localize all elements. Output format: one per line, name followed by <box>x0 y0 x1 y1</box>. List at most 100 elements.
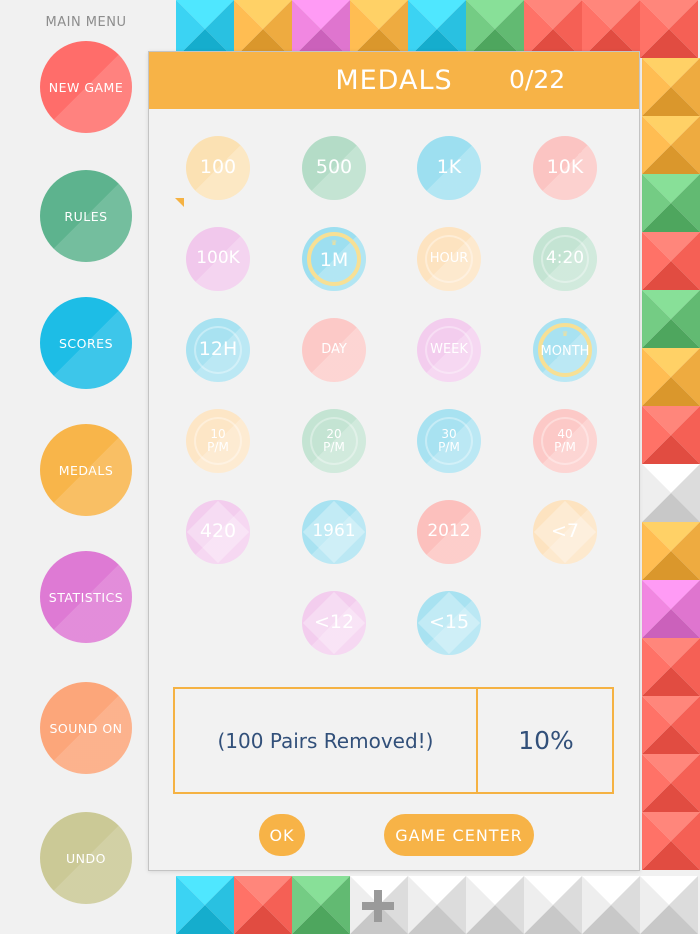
tile-top-0[interactable] <box>176 0 234 58</box>
tile-right-0[interactable] <box>642 58 700 116</box>
tile-bottom-4 <box>408 876 466 934</box>
tile-top-8[interactable] <box>640 0 698 58</box>
medal-100k[interactable]: 100K <box>186 227 250 291</box>
medal-label: 500 <box>315 156 353 179</box>
tile-right-12[interactable] <box>642 754 700 812</box>
main-menu-title: MAIN MENU <box>45 15 127 30</box>
tile-top-6[interactable] <box>524 0 582 58</box>
medal-1m[interactable]: ♛ 1M <box>302 227 366 291</box>
dialog-title: MEDALS <box>335 65 453 96</box>
medal-100[interactable]: 100 <box>186 136 250 200</box>
medal-label: 20 P/M <box>323 427 345 454</box>
medal-15[interactable]: <15 <box>417 591 481 655</box>
medal-label: 420 <box>199 520 237 543</box>
tile-right-11[interactable] <box>642 696 700 754</box>
medal-10-p-m[interactable]: 10 P/M <box>186 409 250 473</box>
tile-bottom-1[interactable] <box>234 876 292 934</box>
undo-button[interactable]: UNDO <box>40 812 132 904</box>
rules-button[interactable]: RULES <box>40 170 132 262</box>
tile-right-7 <box>642 464 700 522</box>
medal-label: 100 <box>199 156 237 179</box>
medal-day[interactable]: DAY <box>302 318 366 382</box>
crown-icon: ♛ <box>330 239 338 247</box>
plus-icon[interactable] <box>360 888 396 924</box>
tile-bottom-5 <box>466 876 524 934</box>
ok-button[interactable]: OK <box>259 814 305 856</box>
medal-label: MONTH <box>540 344 590 360</box>
tile-right-13[interactable] <box>642 812 700 870</box>
medal-label: 40 P/M <box>554 427 576 454</box>
medal-2012[interactable]: 2012 <box>417 500 481 564</box>
tile-top-1[interactable] <box>234 0 292 58</box>
tile-bottom-7 <box>582 876 640 934</box>
medal-30-p-m[interactable]: 30 P/M <box>417 409 481 473</box>
tile-right-3[interactable] <box>642 232 700 290</box>
scores-button[interactable]: SCORES <box>40 297 132 389</box>
medal-label: HOUR <box>429 251 469 267</box>
statistics-label: STATISTICS <box>48 589 124 605</box>
game-center-button[interactable]: GAME CENTER <box>384 814 534 856</box>
medal-10k[interactable]: 10K <box>533 136 597 200</box>
tile-top-3[interactable] <box>350 0 408 58</box>
tile-top-5[interactable] <box>466 0 524 58</box>
crown-icon: ♛ <box>561 330 569 338</box>
sound-on-button[interactable]: SOUND ON <box>40 682 132 774</box>
tile-right-6[interactable] <box>642 406 700 464</box>
medal-label: 10 P/M <box>207 427 229 454</box>
medals-dialog: MEDALS 0/22 100 500 1K 10K 100K ♛ 1M HOUR 4:20 12… <box>148 51 640 871</box>
tile-top-4[interactable] <box>408 0 466 58</box>
tile-right-1[interactable] <box>642 116 700 174</box>
medal-label: DAY <box>321 342 347 358</box>
statistics-button[interactable]: STATISTICS <box>40 551 132 643</box>
tile-right-10[interactable] <box>642 638 700 696</box>
tile-right-9[interactable] <box>642 580 700 638</box>
selection-marker <box>175 198 184 207</box>
tile-bottom-2[interactable] <box>292 876 350 934</box>
medal-label: 30 P/M <box>438 427 460 454</box>
tile-right-5[interactable] <box>642 348 700 406</box>
tile-top-2[interactable] <box>292 0 350 58</box>
medal-label: 1K <box>436 156 462 179</box>
medal-label: WEEK <box>430 342 468 358</box>
medal-20-p-m[interactable]: 20 P/M <box>302 409 366 473</box>
medal-label: <7 <box>550 520 579 543</box>
new-game-button[interactable]: NEW GAME <box>40 41 132 133</box>
tile-bottom-0[interactable] <box>176 876 234 934</box>
tile-right-2[interactable] <box>642 174 700 232</box>
medal-hour[interactable]: HOUR <box>417 227 481 291</box>
rules-label: RULES <box>64 208 108 224</box>
tile-top-7[interactable] <box>582 0 640 58</box>
medal-1961[interactable]: 1961 <box>302 500 366 564</box>
medal-12[interactable]: <12 <box>302 591 366 655</box>
medal-label: 2012 <box>427 521 471 542</box>
medals-label: MEDALS <box>58 462 114 478</box>
tile-right-4[interactable] <box>642 290 700 348</box>
medal-40-p-m[interactable]: 40 P/M <box>533 409 597 473</box>
medal-label: 1M <box>319 249 349 272</box>
medal-month[interactable]: ♛ MONTH <box>533 318 597 382</box>
medal-info-box: (100 Pairs Removed!) 10% <box>173 687 614 794</box>
medal-12h[interactable]: 12H <box>186 318 250 382</box>
medal-label: <12 <box>313 611 355 634</box>
medal-label: 12H <box>198 338 238 361</box>
medal-500[interactable]: 500 <box>302 136 366 200</box>
medal-percent: 10% <box>518 726 574 755</box>
medals-button[interactable]: MEDALS <box>40 424 132 516</box>
medal-count: 0/22 <box>509 65 566 94</box>
dialog-header: MEDALS 0/22 <box>149 52 639 109</box>
medal-week[interactable]: WEEK <box>417 318 481 382</box>
medal-420[interactable]: 420 <box>186 500 250 564</box>
tile-right-8[interactable] <box>642 522 700 580</box>
medal-4-20[interactable]: 4:20 <box>533 227 597 291</box>
sound-on-label: SOUND ON <box>49 720 123 736</box>
medal-description: (100 Pairs Removed!) <box>175 689 478 792</box>
medal-label: <15 <box>428 611 470 634</box>
scores-label: SCORES <box>58 335 114 351</box>
tile-bottom-8 <box>640 876 698 934</box>
undo-label: UNDO <box>66 850 106 866</box>
medal-7[interactable]: <7 <box>533 500 597 564</box>
medal-label: 10K <box>546 156 584 179</box>
tile-bottom-6 <box>524 876 582 934</box>
medal-1k[interactable]: 1K <box>417 136 481 200</box>
medal-label: 4:20 <box>545 248 585 269</box>
